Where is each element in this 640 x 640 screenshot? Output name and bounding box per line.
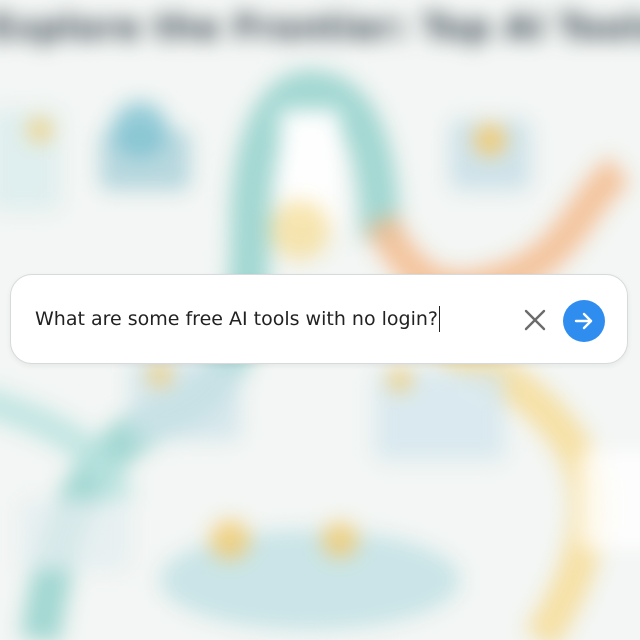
search-input-text: What are some free AI tools with no logi… (35, 308, 438, 330)
submit-button[interactable] (563, 300, 605, 342)
search-bar: What are some free AI tools with no logi… (10, 274, 628, 364)
clear-button[interactable] (519, 304, 551, 336)
search-input[interactable]: What are some free AI tools with no logi… (33, 297, 505, 341)
text-cursor (438, 306, 440, 332)
close-icon (524, 309, 546, 331)
screen: Explore the Frontier: Top AI Tools with … (0, 0, 640, 640)
arrow-right-icon (574, 312, 593, 330)
